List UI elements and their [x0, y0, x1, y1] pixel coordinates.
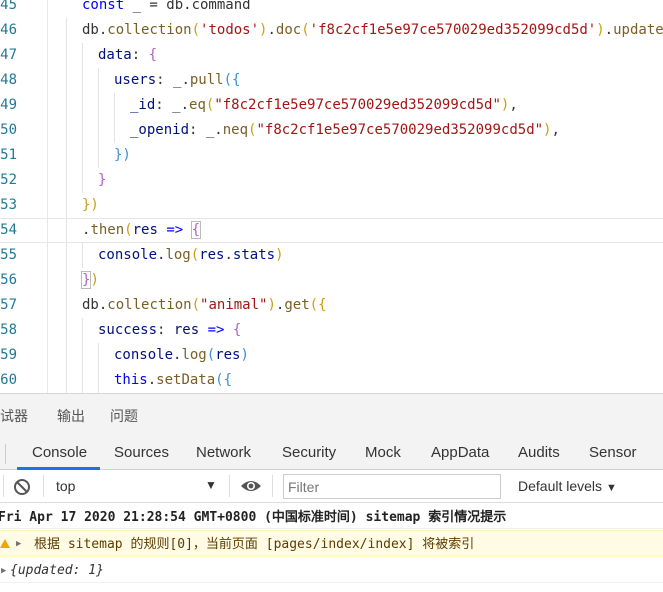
toolbar-divider	[3, 475, 4, 497]
object-preview: {updated: 1}	[10, 563, 104, 578]
line-number: 58	[0, 322, 17, 338]
console-toolbar: top ▼ Default levels▼	[0, 470, 663, 503]
code-line[interactable]: 54 .then(res => {	[0, 218, 663, 243]
code-text: }	[98, 172, 107, 188]
line-number: 54	[0, 222, 17, 238]
tabbar-divider	[5, 444, 6, 464]
line-number: 60	[0, 372, 17, 388]
expand-triangle-icon[interactable]: ▶	[16, 531, 21, 556]
code-line[interactable]: 55 console.log(res.stats)	[0, 243, 663, 268]
line-number: 57	[0, 297, 17, 313]
line-number: 53	[0, 197, 17, 213]
tab-console[interactable]: Console	[32, 444, 87, 461]
console-object-log[interactable]: ▶ {updated: 1}	[0, 559, 663, 583]
code-line[interactable]: 49 _id: _.eq("f8c2cf1e5e97ce570029ed35209…	[0, 93, 663, 118]
code-line[interactable]: 58 success: res => {	[0, 318, 663, 343]
log-levels-dropdown[interactable]: Default levels ▼	[518, 478, 617, 494]
message-text: Fri Apr 17 2020 21:28:54 GMT+0800 (中国标准时…	[0, 510, 507, 525]
filter-box	[283, 474, 501, 499]
tab-sensor[interactable]: Sensor	[589, 444, 637, 461]
console-output[interactable]: Fri Apr 17 2020 21:28:54 GMT+0800 (中国标准时…	[0, 503, 663, 592]
code-line[interactable]: 56})	[0, 268, 663, 293]
code-text: .then(res => {	[82, 221, 202, 239]
code-line[interactable]: 45 const _ = db.command	[0, 0, 663, 18]
warning-icon	[0, 539, 10, 548]
line-number: 48	[0, 72, 17, 88]
tab-debugger[interactable]: 调试器	[0, 406, 28, 426]
chevron-down-icon[interactable]: ▼	[205, 478, 217, 492]
console-message-header: Fri Apr 17 2020 21:28:54 GMT+0800 (中国标准时…	[0, 507, 663, 529]
console-warning[interactable]: ▶ 根据 sitemap 的规则[0]，当前页面 [pages/index/in…	[0, 530, 663, 557]
context-select[interactable]: top	[56, 478, 75, 494]
tab-network[interactable]: Network	[196, 444, 251, 461]
code-line[interactable]: 59 console.log(res)	[0, 343, 663, 368]
code-text: console.log(res)	[114, 347, 249, 363]
toolbar-divider	[272, 475, 273, 497]
tab-mock[interactable]: Mock	[365, 444, 401, 461]
line-number: 50	[0, 122, 17, 138]
code-line[interactable]: 47 data: {	[0, 43, 663, 68]
toolbar-divider	[43, 475, 44, 497]
tab-appdata[interactable]: AppData	[431, 444, 489, 461]
code-text: })	[82, 197, 99, 213]
line-number: 52	[0, 172, 17, 188]
code-line[interactable]: 48 users: _.pull({	[0, 68, 663, 93]
code-text: db.collection("animal").get({	[82, 297, 327, 313]
code-text: _openid: _.neq("f8c2cf1e5e97ce570029ed35…	[130, 122, 560, 138]
code-line[interactable]: 57 db.collection("animal").get({	[0, 293, 663, 318]
code-line[interactable]: 46 db.collection('todos').doc('f8c2cf1e5e…	[0, 18, 663, 43]
tab-problems[interactable]: 问题	[110, 406, 138, 426]
clear-console-icon[interactable]	[12, 477, 32, 497]
code-text: db.collection('todos').doc('f8c2cf1e5e97…	[82, 22, 663, 38]
code-text: data: {	[98, 47, 158, 63]
tab-audits[interactable]: Audits	[518, 444, 560, 461]
filter-input[interactable]	[284, 475, 500, 498]
code-line[interactable]: 60 this.setData({	[0, 368, 663, 393]
code-line[interactable]: 53})	[0, 193, 663, 218]
tab-sources[interactable]: Sources	[114, 444, 169, 461]
line-number: 45	[0, 0, 17, 13]
line-number: 47	[0, 47, 17, 63]
line-number: 59	[0, 347, 17, 363]
tab-security[interactable]: Security	[282, 444, 336, 461]
code-text: })	[114, 147, 131, 163]
code-line[interactable]: 50 _openid: _.neq("f8c2cf1e5e97ce570029ed…	[0, 118, 663, 143]
code-text: users: _.pull({	[114, 72, 241, 88]
eye-icon[interactable]	[240, 478, 262, 494]
chevron-down-icon: ▼	[606, 482, 617, 494]
line-number: 49	[0, 97, 17, 113]
code-text: const _ = db.command	[82, 0, 251, 13]
code-line[interactable]: 52}	[0, 168, 663, 193]
code-text: this.setData({	[114, 372, 233, 388]
expand-triangle-icon[interactable]: ▶	[1, 559, 6, 582]
tab-output[interactable]: 输出	[57, 406, 85, 426]
toolbar-divider	[229, 475, 230, 497]
line-number: 56	[0, 272, 17, 288]
code-text: })	[80, 271, 99, 289]
log-levels-label: Default levels	[518, 478, 603, 494]
code-text: _id: _.eq("f8c2cf1e5e97ce570029ed352099c…	[130, 97, 518, 113]
code-line[interactable]: 51})	[0, 143, 663, 168]
devtools-tabbar: Console Sources Network Security Mock Ap…	[0, 438, 663, 470]
line-number: 46	[0, 22, 17, 38]
code-editor[interactable]: 45 const _ = db.command 46 db.collection('t…	[0, 0, 663, 393]
line-number: 55	[0, 247, 17, 263]
code-text: console.log(res.stats)	[98, 247, 284, 263]
bottom-panel-header: 调试器 输出 问题	[0, 393, 663, 438]
warning-text: 根据 sitemap 的规则[0]，当前页面 [pages/index/inde…	[34, 537, 475, 552]
code-text: success: res => {	[98, 322, 242, 338]
line-number: 51	[0, 147, 17, 163]
